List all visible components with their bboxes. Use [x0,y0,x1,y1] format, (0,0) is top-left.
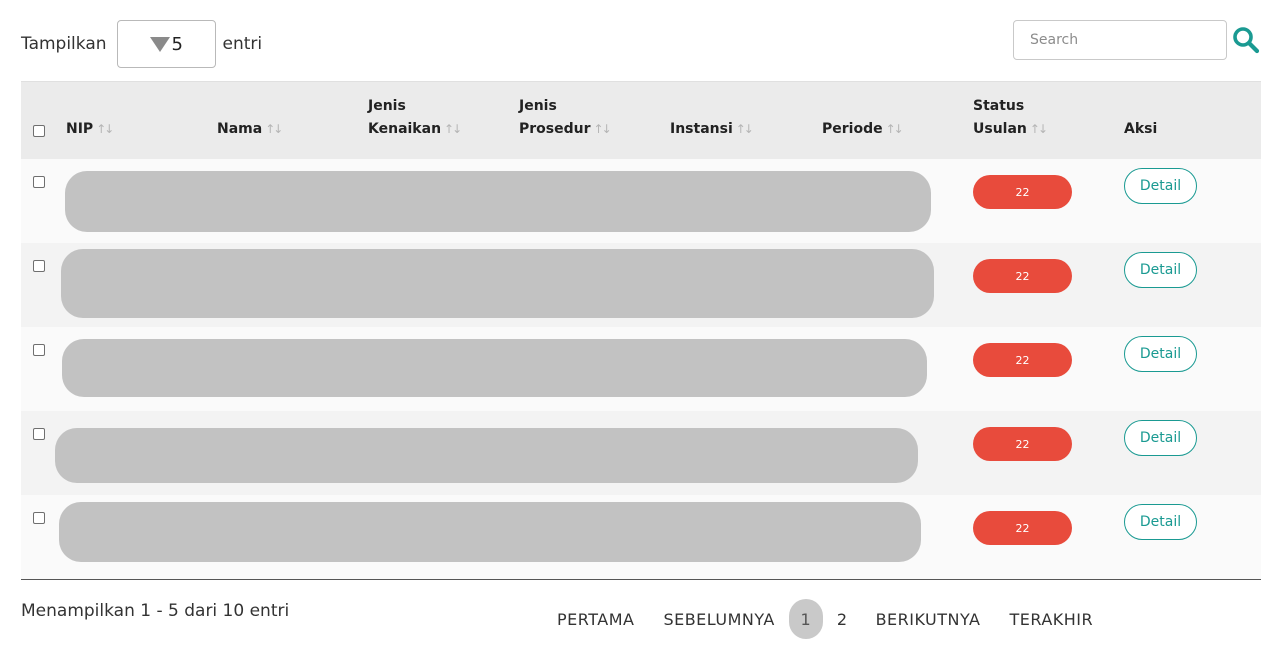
pagination-page-2[interactable]: 2 [837,599,848,639]
column-header-jenis-prosedur-line2: Prosedur [519,121,591,137]
sort-icon: ↑↓ [444,122,462,136]
column-header-jenis-kenaikan-line2: Kenaikan [368,121,442,137]
table-row: 22 Detail [21,495,1261,579]
sort-icon: ↑↓ [1029,122,1048,136]
redacted-row-content [61,249,934,318]
dropdown-triangle-icon [149,36,170,52]
length-menu-suffix: entri [222,34,263,54]
column-header-status-line2: Usulan [973,121,1027,137]
column-header-jenis-prosedur[interactable]: Jenis Prosedur ↑↓ [519,95,612,141]
redacted-row-content [62,339,927,397]
table-row: 22 Detail [21,159,1261,243]
table-row: 22 Detail [21,327,1261,411]
column-header-status-line1: Status [973,98,1025,114]
sort-icon: ↑↓ [593,122,612,136]
column-header-jenis-kenaikan[interactable]: Jenis Kenaikan ↑↓ [368,95,462,141]
status-badge: 22 [973,343,1072,377]
column-header-jenis-kenaikan-line1: Jenis [368,98,406,114]
pagination-first[interactable]: PERTAMA [557,599,634,639]
sort-icon: ↑↓ [885,122,904,136]
entries-per-page-value: 5 [171,33,183,55]
detail-button[interactable]: Detail [1124,336,1197,372]
column-header-jenis-prosedur-line1: Jenis [519,98,557,114]
pagination-page-1[interactable]: 1 [788,599,823,639]
search-bar [1013,20,1261,60]
column-header-nama-label: Nama [217,121,263,137]
status-badge: 22 [973,427,1072,461]
table-info: Menampilkan 1 - 5 dari 10 entri [21,601,290,621]
column-header-nip[interactable]: NIP ↑↓ [66,118,114,141]
pagination-next[interactable]: BERIKUTNYA [876,599,981,639]
column-header-nip-label: NIP [66,121,94,137]
pagination-last[interactable]: TERAKHIR [1009,599,1093,639]
redacted-row-content [55,428,918,483]
pagination-previous[interactable]: SEBELUMNYA [663,599,774,639]
detail-button[interactable]: Detail [1124,168,1197,204]
status-badge: 22 [973,511,1072,545]
entries-per-page-select[interactable]: 5 [116,20,216,68]
row-checkbox[interactable] [33,260,45,272]
length-menu: Tampilkan 5 entri [21,20,262,68]
row-checkbox[interactable] [33,428,45,440]
column-header-instansi-label: Instansi [670,121,733,137]
search-input[interactable] [1013,20,1227,60]
select-all-checkbox[interactable] [33,125,45,137]
sort-icon: ↑↓ [735,122,754,136]
redacted-row-content [65,171,931,232]
table-row: 22 Detail [21,411,1261,495]
redacted-row-content [59,502,921,562]
column-header-nama[interactable]: Nama ↑↓ [217,118,283,141]
column-header-status-usulan[interactable]: Status Usulan ↑↓ [973,95,1048,141]
column-header-aksi: Aksi [1124,118,1157,141]
status-badge: 22 [973,259,1072,293]
detail-button[interactable]: Detail [1124,252,1197,288]
column-header-periode-label: Periode [822,121,883,137]
column-header-instansi[interactable]: Instansi ↑↓ [670,118,754,141]
status-badge: 22 [973,175,1072,209]
table-bottom-border [21,579,1261,580]
table-row: 22 Detail [21,243,1261,327]
length-menu-prefix: Tampilkan [21,34,107,54]
row-checkbox[interactable] [33,344,45,356]
sort-icon: ↑↓ [265,122,283,136]
sort-icon: ↑↓ [96,122,114,136]
pagination: PERTAMA SEBELUMNYA 1 2 BERIKUTNYA TERAKH… [557,599,1093,639]
row-checkbox[interactable] [33,176,45,188]
detail-button[interactable]: Detail [1124,420,1197,456]
table-header: NIP ↑↓ Nama ↑↓ Jenis Kenaikan ↑↓ Jenis Pros… [21,81,1261,159]
column-header-periode[interactable]: Periode ↑↓ [822,118,904,141]
column-header-aksi-label: Aksi [1124,121,1158,137]
usulan-table: NIP ↑↓ Nama ↑↓ Jenis Kenaikan ↑↓ Jenis Pros… [21,81,1261,580]
detail-button[interactable]: Detail [1124,504,1197,540]
search-icon[interactable] [1231,25,1261,55]
row-checkbox[interactable] [33,512,45,524]
